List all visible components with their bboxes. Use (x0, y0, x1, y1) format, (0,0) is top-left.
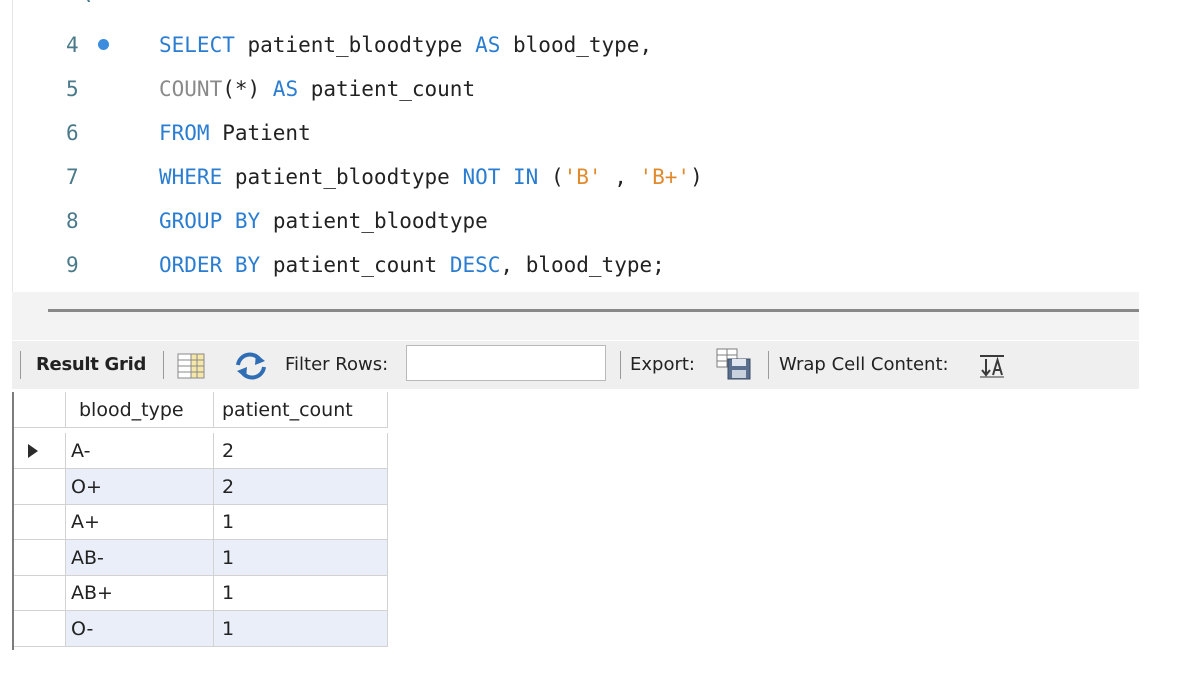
sql-keyword: ORDER (159, 253, 223, 277)
cell-patient-count[interactable]: 1 (214, 504, 388, 540)
table-row[interactable]: A- 2 (14, 433, 388, 469)
sql-text: patient_count (298, 77, 476, 101)
sql-editor[interactable]: 3 4SELECT patient_bloodtype AS blood_typ… (12, 0, 1140, 292)
panel-splitter-area (12, 292, 1139, 340)
result-grid-tab[interactable]: Result Grid (36, 354, 146, 375)
sql-text: patient_bloodtype (222, 165, 463, 189)
filter-rows-label: Filter Rows: (285, 354, 389, 375)
row-header[interactable] (14, 468, 66, 505)
sql-text: , (601, 165, 640, 189)
sql-keyword: SELECT (159, 33, 235, 57)
sql-keyword: AS (475, 33, 501, 57)
wrap-cell-content-label: Wrap Cell Content: (779, 354, 949, 375)
sql-keyword: WHERE (159, 165, 223, 189)
row-header[interactable] (14, 539, 66, 576)
code-line[interactable]: 5 COUNT(*) AS patient_count (13, 74, 1140, 104)
sql-text: patient_bloodtype (260, 209, 488, 233)
column-header-patient-count[interactable]: patient_count (214, 392, 388, 428)
cell-patient-count[interactable]: 2 (214, 468, 388, 505)
sql-keyword: NOT (462, 165, 501, 189)
code-text: WHERE patient_bloodtype NOT IN ('B' , 'B… (159, 162, 703, 192)
table-row[interactable]: O- 1 (14, 610, 388, 647)
code-line[interactable]: 7 WHERE patient_bloodtype NOT IN ('B' , '… (13, 162, 1140, 192)
export-label: Export: (630, 354, 695, 375)
toolbar-separator (20, 351, 21, 379)
result-toolbar: Result Grid Filter Rows: Export: Wrap Ce… (12, 341, 1139, 389)
cell-patient-count[interactable]: 1 (214, 610, 388, 647)
sql-keyword: AS (272, 77, 299, 101)
cell-patient-count[interactable]: 2 (214, 433, 388, 469)
code-text: ORDER BY patient_count DESC, blood_type; (159, 250, 665, 280)
code-text: FROM Patient (159, 118, 311, 148)
table-row[interactable]: AB- 1 (14, 539, 388, 576)
line-number: 6 (66, 121, 79, 145)
breakpoint-dot-icon[interactable] (98, 39, 109, 50)
row-pointer-icon (28, 444, 38, 458)
row-header[interactable] (14, 610, 66, 647)
toolbar-separator (768, 351, 769, 379)
grid-header-row: blood_type patient_count (14, 392, 388, 428)
table-row[interactable]: O+ 2 (14, 468, 388, 505)
code-text: GROUP BY patient_bloodtype (159, 206, 488, 236)
sql-text: ( (538, 165, 564, 189)
sql-text: ) (690, 165, 703, 189)
row-header[interactable] (14, 433, 66, 469)
sql-keyword: IN (513, 165, 539, 189)
filter-rows-input[interactable] (406, 345, 606, 381)
refresh-arrows-icon[interactable] (234, 351, 268, 386)
line-number: 8 (66, 209, 79, 233)
sql-keyword: GROUP (159, 209, 223, 233)
cell-patient-count[interactable]: 1 (214, 575, 388, 611)
sql-text: patient_count (260, 253, 450, 277)
line-number: 9 (66, 253, 79, 277)
row-header[interactable] (14, 504, 66, 540)
sql-string: 'B' (563, 165, 602, 189)
sql-keyword: DESC (449, 253, 501, 277)
row-header-corner[interactable] (14, 392, 66, 428)
line-number: 5 (66, 77, 79, 101)
sql-text: blood_type, (500, 33, 653, 57)
cell-blood-type[interactable]: O+ (66, 468, 214, 505)
code-text: SELECT patient_bloodtype AS blood_type, (159, 30, 652, 60)
cell-blood-type[interactable]: A- (66, 433, 214, 469)
sql-function: COUNT (159, 77, 223, 101)
code-line[interactable]: 8 GROUP BY patient_bloodtype (13, 206, 1140, 236)
cell-patient-count[interactable]: 1 (214, 539, 388, 576)
sql-text: patient_bloodtype (234, 33, 476, 57)
sql-text: Patient (209, 121, 311, 145)
toolbar-separator (620, 351, 621, 379)
sql-text: (*) (222, 77, 273, 101)
row-header[interactable] (14, 575, 66, 611)
cell-blood-type[interactable]: AB- (66, 539, 214, 576)
sql-text: , blood_type; (500, 253, 665, 277)
code-text: COUNT(*) AS patient_count (159, 74, 475, 104)
sql-string: 'B+' (639, 165, 691, 189)
column-header-blood-type[interactable]: blood_type (66, 392, 214, 428)
cell-blood-type[interactable]: O- (66, 610, 214, 647)
cell-blood-type[interactable]: A+ (66, 504, 214, 540)
code-line[interactable]: 9 ORDER BY patient_count DESC, blood_type… (13, 250, 1140, 280)
sql-keyword: FROM (159, 121, 210, 145)
table-row[interactable]: AB+ 1 (14, 575, 388, 611)
sql-keyword: BY (234, 253, 261, 277)
cell-blood-type[interactable]: AB+ (66, 575, 214, 611)
line-number-partial: 3 (79, 0, 99, 2)
sql-keyword: BY (234, 209, 261, 233)
toolbar-separator (163, 351, 164, 379)
code-line[interactable]: 6 FROM Patient (13, 118, 1140, 148)
table-row[interactable]: A+ 1 (14, 504, 388, 540)
wrap-text-icon[interactable] (978, 354, 1006, 383)
export-disk-icon[interactable] (715, 347, 753, 386)
code-line[interactable]: 4 SELECT patient_bloodtype AS blood_type, (13, 30, 1140, 60)
grid-form-icon[interactable] (177, 353, 205, 384)
panel-splitter[interactable] (48, 309, 1139, 312)
line-number: 7 (66, 165, 79, 189)
